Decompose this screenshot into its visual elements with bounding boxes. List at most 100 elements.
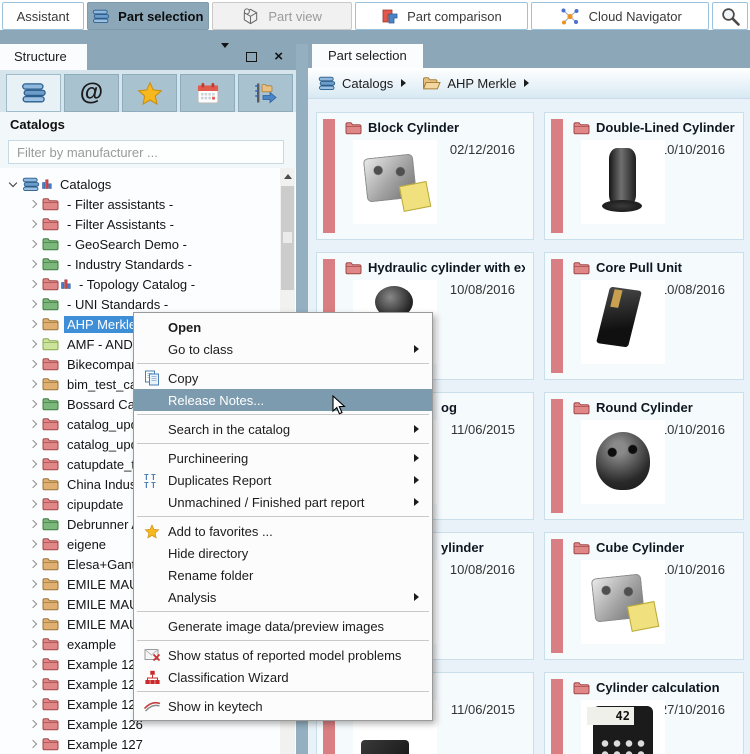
report-status-icon	[140, 648, 164, 662]
chevron-collapsed-icon[interactable]	[26, 521, 42, 527]
structure-tab-calendar[interactable]	[180, 74, 235, 112]
tree-item-icons	[42, 537, 59, 551]
tab-cloud-navigator[interactable]: Cloud Navigator	[531, 2, 710, 30]
chevron-collapsed-icon[interactable]	[26, 381, 42, 387]
tree-item-geosearch-demo[interactable]: - GeoSearch Demo -	[0, 234, 280, 254]
menu-item-hide-directory[interactable]: Hide directory	[134, 542, 432, 564]
tree-item-icons	[42, 257, 59, 271]
tab-label: Part comparison	[407, 8, 502, 24]
card-date: 11/06/2015	[450, 422, 515, 437]
chevron-collapsed-icon[interactable]	[26, 301, 42, 307]
tab-part-comparison[interactable]: Part comparison	[354, 2, 529, 30]
menu-item-classification-wizard[interactable]: Classification Wizard	[134, 666, 432, 688]
chevron-collapsed-icon[interactable]	[26, 501, 42, 507]
breadcrumb-ahp-merkle[interactable]: AHP Merkle	[422, 76, 516, 91]
chevron-collapsed-icon[interactable]	[26, 681, 42, 687]
chevron-collapsed-icon[interactable]	[26, 741, 42, 747]
menu-item-generate-image-data-preview-images[interactable]: Generate image data/preview images	[134, 615, 432, 637]
chevron-collapsed-icon[interactable]	[26, 621, 42, 627]
catalog-card-cylinder-calculation[interactable]: Cylinder calculation 27/10/2016 42	[544, 672, 744, 754]
tab-label: Cloud Navigator	[588, 8, 682, 24]
chevron-collapsed-icon[interactable]	[26, 721, 42, 727]
menu-item-analysis[interactable]: Analysis	[134, 586, 432, 608]
menu-item-show-status-of-reported-model-problems[interactable]: Show status of reported model problems	[134, 644, 432, 666]
menu-item-release-notes[interactable]: Release Notes...	[134, 389, 432, 411]
card-date: 10/08/2016	[449, 282, 515, 297]
menu-separator	[137, 611, 429, 612]
menu-item-add-to-favorites[interactable]: Add to favorites ...	[134, 520, 432, 542]
chevron-collapsed-icon[interactable]	[26, 421, 42, 427]
tree-item-label: Catalogs	[60, 176, 112, 192]
chevron-expanded-icon[interactable]	[6, 183, 22, 186]
chevron-collapsed-icon[interactable]	[26, 281, 42, 287]
breadcrumb-catalogs[interactable]: Catalogs	[318, 76, 393, 91]
tree-item-uni-standards[interactable]: - UNI Standards -	[0, 294, 280, 314]
tab-part-selection[interactable]: Part selection	[86, 2, 209, 30]
search-button[interactable]	[712, 2, 748, 30]
catalog-card-double-lined-cylinder[interactable]: Double-Lined Cylinder 10/10/2016	[544, 112, 744, 240]
chevron-collapsed-icon[interactable]	[26, 461, 42, 467]
submenu-arrow-icon	[414, 476, 423, 484]
tree-item-label: - Industry Standards -	[67, 256, 192, 272]
chevron-collapsed-icon[interactable]	[26, 541, 42, 547]
structure-tab-star[interactable]	[122, 74, 177, 112]
scrollbar-thumb[interactable]	[281, 186, 294, 290]
chevron-collapsed-icon[interactable]	[26, 221, 42, 227]
menu-item-duplicates-report[interactable]: T T T T Duplicates Report	[134, 469, 432, 491]
menu-item-purchineering[interactable]: Purchineering	[134, 447, 432, 469]
tree-item-catalogs[interactable]: Catalogs	[0, 174, 280, 194]
chevron-collapsed-icon[interactable]	[26, 401, 42, 407]
menu-item-open[interactable]: Open	[134, 316, 432, 338]
tree-item-industry-standards[interactable]: - Industry Standards -	[0, 254, 280, 274]
catalog-card-core-pull-unit[interactable]: Core Pull Unit 10/08/2016	[544, 252, 744, 380]
chevron-collapsed-icon[interactable]	[26, 701, 42, 707]
chevron-collapsed-icon[interactable]	[26, 481, 42, 487]
structure-tab[interactable]: Structure	[0, 44, 87, 70]
tree-item-example-127[interactable]: Example 127	[0, 734, 280, 754]
tab-assistant[interactable]: Assistant	[2, 2, 84, 30]
menu-item-search-in-the-catalog[interactable]: Search in the catalog	[134, 418, 432, 440]
menu-item-label: Open	[168, 319, 202, 335]
chevron-collapsed-icon[interactable]	[26, 261, 42, 267]
tree-item-topology-catalog[interactable]: - Topology Catalog -	[0, 274, 280, 294]
chevron-collapsed-icon[interactable]	[26, 641, 42, 647]
tree-item-filter-assistants[interactable]: - Filter Assistants -	[0, 214, 280, 234]
card-title: og	[441, 400, 457, 415]
structure-tab-at[interactable]: @	[64, 74, 119, 112]
tree-item-filter-assistants[interactable]: - Filter assistants -	[0, 194, 280, 214]
card-header: Cylinder calculation	[573, 680, 735, 695]
folder-green-icon	[42, 237, 59, 251]
chevron-collapsed-icon[interactable]	[26, 601, 42, 607]
structure-tab-export[interactable]	[238, 74, 293, 112]
chevron-collapsed-icon[interactable]	[26, 661, 42, 667]
scroll-up-icon[interactable]	[280, 168, 295, 184]
menu-item-rename-folder[interactable]: Rename folder	[134, 564, 432, 586]
chevron-collapsed-icon[interactable]	[26, 321, 42, 327]
tab-part-view[interactable]: Part view	[211, 2, 352, 30]
chevron-collapsed-icon[interactable]	[26, 581, 42, 587]
tree-item-icons	[42, 717, 59, 731]
menu-item-go-to-class[interactable]: Go to class	[134, 338, 432, 360]
catalog-card-round-cylinder[interactable]: Round Cylinder 10/10/2016	[544, 392, 744, 520]
panel-chevron-down-button[interactable]	[221, 43, 230, 69]
chevron-collapsed-icon[interactable]	[26, 441, 42, 447]
tree-item-label: cipupdate	[67, 496, 124, 512]
chevron-collapsed-icon[interactable]	[26, 341, 42, 347]
menu-separator	[137, 414, 429, 415]
menu-item-unmachined-finished-part-report[interactable]: Unmachined / Finished part report	[134, 491, 432, 513]
menu-item-copy[interactable]: Copy	[134, 367, 432, 389]
chevron-collapsed-icon[interactable]	[26, 201, 42, 207]
structure-tab-books[interactable]	[6, 74, 61, 112]
catalog-card-cube-cylinder[interactable]: Cube Cylinder 10/10/2016	[544, 532, 744, 660]
chevron-collapsed-icon[interactable]	[26, 361, 42, 367]
manufacturer-filter-input[interactable]	[8, 140, 284, 164]
chevron-collapsed-icon[interactable]	[26, 241, 42, 247]
menu-item-show-in-keytech[interactable]: Show in keytech	[134, 695, 432, 717]
menu-separator	[137, 691, 429, 692]
chevron-collapsed-icon[interactable]	[26, 561, 42, 567]
part-selection-panel-tab[interactable]: Part selection	[312, 44, 423, 68]
catalog-card-block-cylinder[interactable]: Block Cylinder 02/12/2016	[316, 112, 534, 240]
tree-item-label: Example 127	[67, 736, 143, 752]
panel-maximize-button[interactable]	[246, 52, 258, 62]
panel-close-button[interactable]: ×	[274, 48, 283, 66]
